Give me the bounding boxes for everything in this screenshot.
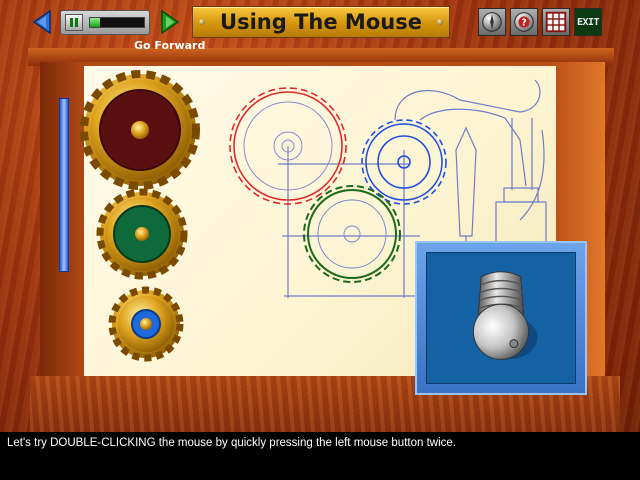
instruction-text: Let's try DOUBLE-CLICKING the mouse by q… bbox=[7, 437, 456, 449]
svg-text:?: ? bbox=[521, 18, 526, 29]
grid-menu-icon bbox=[545, 11, 567, 33]
mouse-demo-panel bbox=[415, 241, 587, 395]
progress-bar bbox=[89, 17, 145, 28]
hover-hint-label: Go Forward bbox=[134, 39, 206, 52]
scroll-bar[interactable] bbox=[59, 98, 69, 272]
exit-button[interactable]: EXIT bbox=[574, 8, 602, 36]
title-plate: Using The Mouse bbox=[192, 6, 450, 38]
playback-panel bbox=[60, 10, 150, 35]
left-arrow-icon bbox=[32, 9, 51, 35]
gold-gear-large bbox=[80, 70, 200, 190]
exit-icon: EXIT bbox=[576, 17, 600, 28]
gold-gear-small bbox=[108, 286, 184, 362]
help-button[interactable]: ? bbox=[510, 8, 538, 36]
pause-button[interactable] bbox=[65, 14, 83, 31]
help-icon: ? bbox=[514, 12, 534, 32]
mouse-demo-screen bbox=[426, 252, 576, 384]
go-back-button[interactable] bbox=[32, 9, 52, 35]
app-window: Go Forward Using The Mouse ? EXIT Let's … bbox=[0, 0, 640, 480]
top-toolbar: Go Forward Using The Mouse ? EXIT bbox=[0, 0, 640, 54]
go-forward-button[interactable] bbox=[160, 9, 180, 35]
menu-grid-button[interactable] bbox=[542, 8, 570, 36]
compass-icon bbox=[482, 12, 502, 32]
progress-fill bbox=[90, 18, 100, 27]
gold-gear-medium bbox=[96, 188, 188, 280]
mouse-icon bbox=[472, 271, 538, 360]
right-arrow-icon bbox=[161, 9, 180, 35]
instruction-bar: Let's try DOUBLE-CLICKING the mouse by q… bbox=[0, 432, 640, 480]
page-title: Using The Mouse bbox=[220, 10, 422, 34]
compass-button[interactable] bbox=[478, 8, 506, 36]
